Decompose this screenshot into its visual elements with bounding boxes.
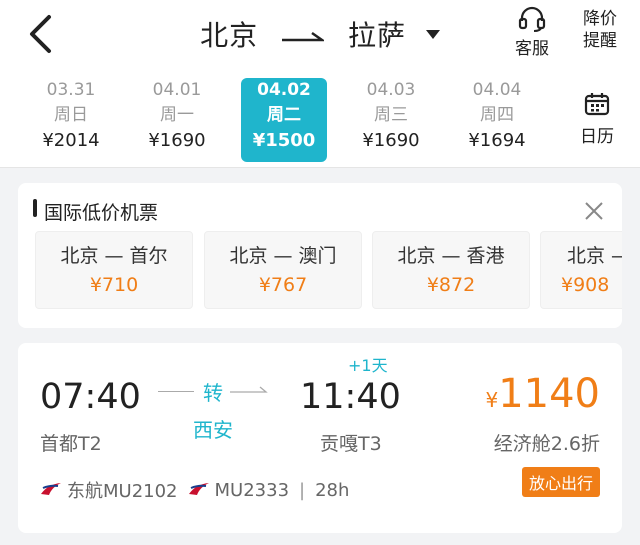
flight-card[interactable]: 07:40 首都T2 转 西安 +1天 11:40 贡嘎T3 ¥1140 经济舱… xyxy=(18,343,622,533)
intl-routes-scroller[interactable]: 北京 — 首尔 ¥710 北京 — 澳门 ¥767 北京 — 香港 ¥872 北… xyxy=(18,183,622,328)
date-strip: 03.31 周日 ¥2014 04.01 周一 ¥1690 04.02 周二 ¥… xyxy=(0,70,640,168)
flight-price: ¥1140 xyxy=(485,371,600,417)
price-alert-label-line2: 提醒 xyxy=(583,31,617,51)
intl-route-card[interactable]: 北京 — 澳门 ¥767 xyxy=(204,231,362,309)
customer-service-label: 客服 xyxy=(515,39,549,59)
intl-deals-card: 国际低价机票 北京 — 首尔 ¥710 北京 — 澳门 ¥767 北京 — 香港… xyxy=(18,183,622,328)
customer-service-button[interactable]: 客服 xyxy=(510,6,554,60)
intl-route-name: 北京 — 香港 xyxy=(397,245,505,267)
price-alert-label-line1: 降价 xyxy=(583,9,617,29)
date-price: ¥1690 xyxy=(362,130,420,151)
weekday-text: 周日 xyxy=(54,105,88,125)
airline-flight-2: MU2333 xyxy=(214,479,290,501)
date-item[interactable]: 04.03 周三 ¥1690 xyxy=(348,78,434,162)
airline-info: 东航MU2102 MU2333 | 28h xyxy=(40,477,349,503)
china-eastern-logo-icon xyxy=(188,480,210,501)
date-price: ¥2014 xyxy=(42,130,100,151)
arrive-airport: 贡嘎T3 xyxy=(320,433,382,455)
depart-airport: 首都T2 xyxy=(40,433,102,455)
arrive-time: 11:40 xyxy=(300,377,401,417)
calendar-label: 日历 xyxy=(580,127,614,147)
flight-duration: 28h xyxy=(315,479,350,501)
date-text: 04.03 xyxy=(366,80,416,100)
transfer-city: 西安 xyxy=(193,418,233,442)
date-text: 04.04 xyxy=(472,80,522,100)
date-item[interactable]: 04.04 周四 ¥1694 xyxy=(454,78,540,162)
cabin-discount: 经济舱2.6折 xyxy=(493,433,600,455)
intl-route-name: 北京 — 澳门 xyxy=(229,245,337,267)
transfer-info: 转 西安 xyxy=(158,377,268,443)
date-price: ¥1500 xyxy=(252,130,316,151)
intl-route-price: ¥767 xyxy=(258,274,308,296)
origin-city: 北京 xyxy=(200,19,259,52)
date-price: ¥1694 xyxy=(468,130,526,151)
weekday-text: 周二 xyxy=(267,105,301,125)
date-item-selected[interactable]: 04.02 周二 ¥1500 xyxy=(241,78,327,162)
date-text: 04.02 xyxy=(257,80,311,100)
day-offset: +1天 xyxy=(348,356,388,375)
separator: | xyxy=(299,479,306,501)
china-eastern-logo-icon xyxy=(40,480,62,501)
weekday-text: 周三 xyxy=(374,105,408,125)
intl-route-name: 北京 — xyxy=(567,245,622,267)
intl-route-price: ¥710 xyxy=(89,274,139,296)
caret-down-icon xyxy=(425,29,440,39)
intl-route-card[interactable]: 北京 — 首尔 ¥710 xyxy=(35,231,193,309)
calendar-icon xyxy=(584,93,610,116)
destination-city: 拉萨 xyxy=(347,19,406,52)
date-item[interactable]: 03.31 周日 ¥2014 xyxy=(28,78,114,162)
date-text: 04.01 xyxy=(152,80,202,100)
currency-symbol: ¥ xyxy=(485,388,499,412)
intl-route-price: ¥908 xyxy=(561,274,610,296)
route-arrow-icon xyxy=(282,18,327,51)
peace-of-mind-badge: 放心出行 xyxy=(521,467,600,497)
intl-route-price: ¥872 xyxy=(426,274,476,296)
depart-time: 07:40 xyxy=(40,377,141,417)
airline-flight-1: 东航MU2102 xyxy=(67,481,178,502)
transfer-line-left xyxy=(158,391,194,392)
intl-route-card[interactable]: 北京 — 香港 ¥872 xyxy=(372,231,530,309)
price-value: 1140 xyxy=(498,371,600,417)
weekday-text: 周一 xyxy=(160,105,194,125)
date-item[interactable]: 04.01 周一 ¥1690 xyxy=(134,78,220,162)
date-text: 03.31 xyxy=(46,80,96,100)
price-alert-button[interactable]: 降价 提醒 xyxy=(578,6,622,52)
calendar-button[interactable]: 日历 xyxy=(572,92,622,147)
weekday-text: 周四 xyxy=(480,105,514,125)
headset-icon xyxy=(518,6,546,32)
intl-route-card[interactable]: 北京 — ¥908 xyxy=(540,231,622,309)
top-bar: 北京 拉萨 客服 降价 提醒 xyxy=(0,0,640,70)
date-price: ¥1690 xyxy=(148,130,206,151)
intl-route-name: 北京 — 首尔 xyxy=(60,245,168,267)
arrow-right-icon xyxy=(230,386,268,393)
